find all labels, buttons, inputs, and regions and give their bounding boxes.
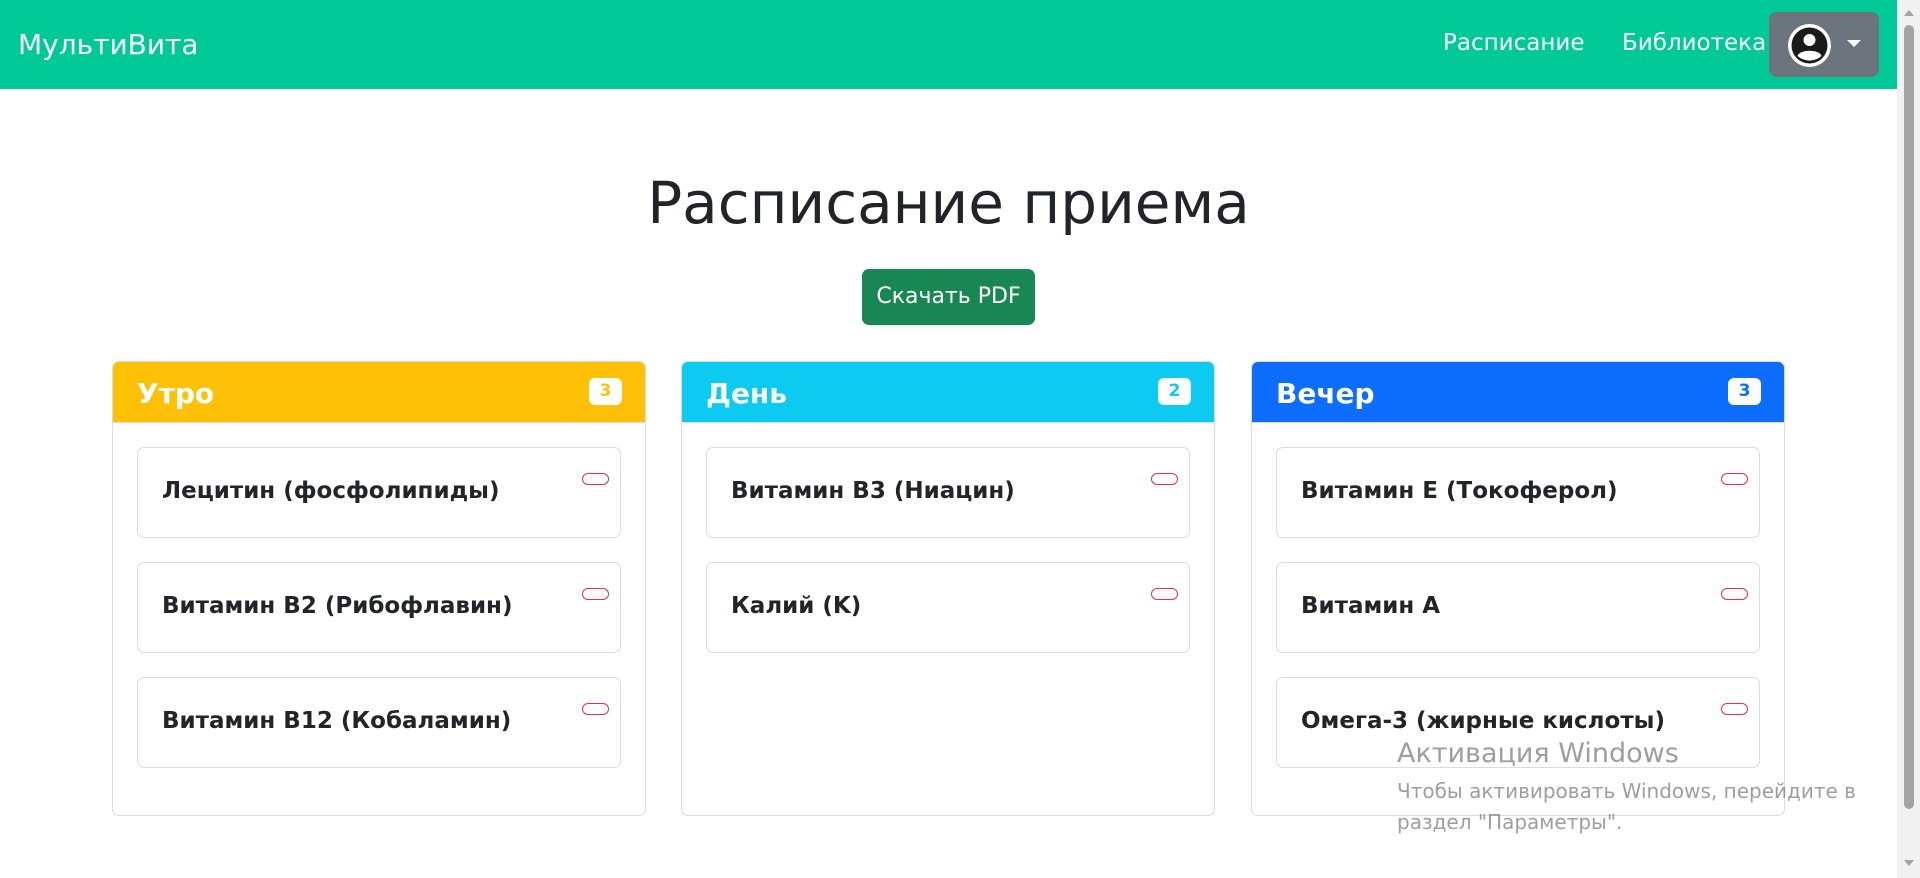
page-title: Расписание приема <box>647 169 1250 237</box>
remove-button[interactable] <box>582 588 609 600</box>
supplement-name: Омега-3 (жирные кислоты) <box>1301 708 1665 734</box>
supplement-name: Лецитин (фосфолипиды) <box>162 478 500 504</box>
schedule-column-day: День 2 Витамин B3 (Ниацин) Калий (K) <box>681 361 1215 816</box>
remove-button[interactable] <box>1721 588 1748 600</box>
schedule-column-morning: Утро 3 Лецитин (фосфолипиды) Витамин B2 … <box>112 361 646 816</box>
remove-button[interactable] <box>1721 473 1748 485</box>
supplement-card: Витамин B12 (Кобаламин) <box>137 677 621 768</box>
remove-button[interactable] <box>1151 473 1178 485</box>
count-badge: 3 <box>1728 378 1761 405</box>
supplement-name: Витамин E (Токоферол) <box>1301 478 1618 504</box>
supplement-card: Витамин B2 (Рибофлавин) <box>137 562 621 653</box>
column-header: День 2 <box>682 362 1214 423</box>
column-header: Утро 3 <box>113 362 645 423</box>
windows-activation-title: Активация Windows <box>1397 738 1679 769</box>
column-title: Вечер <box>1276 377 1375 410</box>
supplement-name: Витамин B12 (Кобаламин) <box>162 708 512 734</box>
supplement-card: Калий (K) <box>706 562 1190 653</box>
scroll-up-arrow-icon[interactable] <box>1904 10 1914 16</box>
column-header: Вечер 3 <box>1252 362 1784 423</box>
count-badge: 3 <box>589 378 622 405</box>
windows-activation-text: Чтобы активировать Windows, перейдите в … <box>1397 779 1856 834</box>
nav-link-library[interactable]: Библиотека <box>1622 28 1766 58</box>
navbar: МультиВита Расписание Библиотека <box>0 0 1897 89</box>
supplement-card: Витамин A <box>1276 562 1760 653</box>
nav-link-schedule[interactable]: Расписание <box>1443 28 1584 58</box>
supplement-card: Витамин E (Токоферол) <box>1276 447 1760 538</box>
supplement-name: Калий (K) <box>731 593 862 619</box>
supplement-card: Лецитин (фосфолипиды) <box>137 447 621 538</box>
supplement-name: Витамин B3 (Ниацин) <box>731 478 1015 504</box>
column-title: День <box>706 377 787 410</box>
scrollbar-thumb[interactable] <box>1904 25 1914 809</box>
supplement-card: Витамин B3 (Ниацин) <box>706 447 1190 538</box>
remove-button[interactable] <box>1151 588 1178 600</box>
download-pdf-button[interactable]: Скачать PDF <box>862 269 1035 325</box>
remove-button[interactable] <box>1721 703 1748 715</box>
supplement-name: Витамин A <box>1301 593 1441 619</box>
user-circle-icon <box>1788 24 1831 67</box>
scroll-down-arrow-icon[interactable] <box>1904 860 1914 866</box>
count-badge: 2 <box>1158 378 1191 405</box>
profile-dropdown-button[interactable] <box>1769 12 1879 77</box>
brand-logo[interactable]: МультиВита <box>18 28 199 62</box>
column-title: Утро <box>137 377 215 410</box>
remove-button[interactable] <box>582 473 609 485</box>
chevron-down-icon <box>1847 40 1861 47</box>
remove-button[interactable] <box>582 703 609 715</box>
page-scrollbar[interactable] <box>1897 0 1920 878</box>
supplement-name: Витамин B2 (Рибофлавин) <box>162 593 513 619</box>
